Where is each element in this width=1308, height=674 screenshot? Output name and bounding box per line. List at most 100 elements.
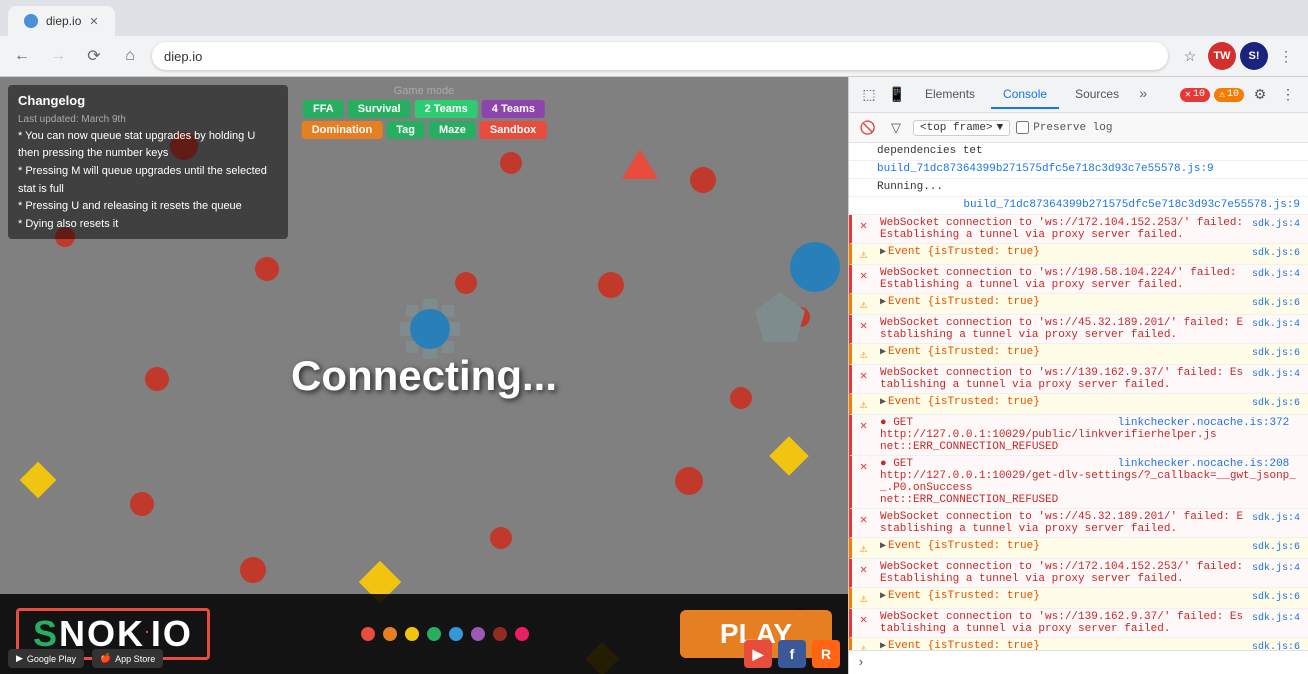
- changelog-item-1: * You can now queue stat upgrades by hol…: [18, 128, 278, 163]
- active-tab[interactable]: diep.io ✕: [8, 6, 115, 36]
- toolbar-icons: ☆ TW S! ⋮: [1176, 42, 1300, 70]
- home-button[interactable]: ⌂: [116, 42, 144, 70]
- console-message: dependencies tet: [849, 143, 1308, 161]
- dot-pink: [515, 627, 529, 641]
- player-spinner: [400, 299, 460, 359]
- mode-maze-button[interactable]: Maze: [429, 121, 476, 139]
- changelog-item-2: * Pressing M will queue upgrades until t…: [18, 163, 278, 198]
- console-messages[interactable]: dependencies tet build_71dc87364399b2715…: [849, 143, 1308, 650]
- mode-survival-button[interactable]: Survival: [348, 100, 411, 118]
- youtube-icon[interactable]: ▶: [744, 640, 772, 668]
- console-message: build_71dc87364399b271575dfc5e718c3d93c7…: [849, 197, 1308, 215]
- tab-sources[interactable]: Sources: [1063, 81, 1131, 109]
- forward-button[interactable]: →: [44, 42, 72, 70]
- warning-count-badge[interactable]: ⚠ 10: [1214, 88, 1244, 102]
- console-message-error: ✕ ● GET linkchecker.nocache.is:208 http:…: [849, 456, 1308, 509]
- bookmark-button[interactable]: ☆: [1176, 42, 1204, 70]
- menu-button[interactable]: ⋮: [1272, 42, 1300, 70]
- mode-tag-button[interactable]: Tag: [386, 121, 425, 139]
- console-message-warning: ⚠ ▶ Event {isTrusted: true} sdk.js:6: [849, 394, 1308, 415]
- devtools-tabs: ⬚ 📱 Elements Console Sources » ✕ 10 ⚠ 10…: [849, 77, 1308, 113]
- game-object: [755, 292, 805, 342]
- game-object: [130, 492, 154, 516]
- error-icon: ✕: [860, 562, 876, 577]
- console-message-error: ✕ WebSocket connection to 'ws://172.104.…: [849, 559, 1308, 588]
- dot-red: [361, 627, 375, 641]
- more-tabs-button[interactable]: »: [1135, 87, 1151, 103]
- social-icons: ▶ f R: [744, 640, 840, 668]
- reddit-icon[interactable]: R: [812, 640, 840, 668]
- game-object: [690, 167, 716, 193]
- console-message: Running...: [849, 179, 1308, 197]
- profile-button-1[interactable]: TW: [1208, 42, 1236, 70]
- console-toolbar: 🚫 ▽ <top frame> ▼ Preserve log: [849, 113, 1308, 143]
- devtools-more-button[interactable]: ⋮: [1276, 83, 1300, 107]
- mode-ffa-button[interactable]: FFA: [303, 100, 344, 118]
- game-object: [675, 467, 703, 495]
- error-icon: ✕: [860, 218, 876, 233]
- dot-purple: [471, 627, 485, 641]
- dot-orange: [383, 627, 397, 641]
- google-play-badge[interactable]: ▶ Google Play: [8, 649, 84, 668]
- error-icon: ✕: [860, 612, 876, 627]
- main-content: Changelog Last updated: March 9th * You …: [0, 77, 1308, 674]
- error-count: 10: [1193, 89, 1205, 100]
- reload-button[interactable]: ⟳: [80, 42, 108, 70]
- error-icon: ✕: [860, 368, 876, 383]
- tab-elements[interactable]: Elements: [913, 81, 987, 109]
- error-icon: ✕: [860, 268, 876, 283]
- frame-selector[interactable]: <top frame> ▼: [913, 120, 1010, 136]
- dot-yellow: [405, 627, 419, 641]
- profile-button-2[interactable]: S!: [1240, 42, 1268, 70]
- clear-console-button[interactable]: 🚫: [857, 117, 879, 139]
- mode-buttons-row-2: Domination Tag Maze Sandbox: [302, 121, 547, 139]
- game-object: [490, 527, 512, 549]
- warning-icon: ⚠: [1219, 89, 1225, 101]
- game-mode-bar: Game mode FFA Survival 2 Teams 4 Teams D…: [302, 85, 547, 139]
- connecting-text: Connecting...: [291, 352, 557, 400]
- game-object: [145, 367, 169, 391]
- console-prompt: ›: [857, 655, 865, 670]
- mode-4teams-button[interactable]: 4 Teams: [482, 100, 545, 118]
- devtools-panel: ⬚ 📱 Elements Console Sources » ✕ 10 ⚠ 10…: [848, 77, 1308, 674]
- tab-title: diep.io: [46, 14, 81, 28]
- mode-sandbox-button[interactable]: Sandbox: [480, 121, 546, 139]
- warning-icon: ⚠: [860, 541, 876, 556]
- mode-2teams-button[interactable]: 2 Teams: [415, 100, 478, 118]
- back-button[interactable]: ←: [8, 42, 36, 70]
- game-area[interactable]: Changelog Last updated: March 9th * You …: [0, 77, 848, 674]
- preserve-log-checkbox[interactable]: [1016, 121, 1029, 134]
- devtools-inspect-button[interactable]: ⬚: [857, 83, 881, 107]
- player-tank: [790, 242, 840, 292]
- console-message-error: ✕ WebSocket connection to 'ws://172.104.…: [849, 215, 1308, 244]
- devtools-device-button[interactable]: 📱: [885, 83, 909, 107]
- facebook-icon[interactable]: f: [778, 640, 806, 668]
- filter-button[interactable]: ▽: [885, 117, 907, 139]
- game-object: [20, 462, 57, 499]
- game-object: [255, 257, 279, 281]
- console-message-error: ✕ ● GET linkchecker.nocache.is:372 http:…: [849, 415, 1308, 456]
- changelog-date: Last updated: March 9th: [18, 112, 278, 128]
- tab-favicon: [24, 14, 38, 28]
- error-count-badge[interactable]: ✕ 10: [1180, 88, 1210, 102]
- warning-icon: ⚠: [860, 297, 876, 312]
- tab-console[interactable]: Console: [991, 81, 1059, 109]
- mode-domination-button[interactable]: Domination: [302, 121, 383, 139]
- warning-icon: ⚠: [860, 591, 876, 606]
- devtools-settings-button[interactable]: ⚙: [1248, 83, 1272, 107]
- console-message-warning: ⚠ ▶ Event {isTrusted: true} sdk.js:6: [849, 344, 1308, 365]
- tab-close-button[interactable]: ✕: [89, 15, 98, 28]
- console-message-warning: ⚠ ▶ Event {isTrusted: true} sdk.js:6: [849, 294, 1308, 315]
- preserve-log-label[interactable]: Preserve log: [1016, 121, 1112, 134]
- console-input[interactable]: [871, 656, 1300, 669]
- console-message-warning: ⚠ ▶ Event {isTrusted: true} sdk.js:6: [849, 588, 1308, 609]
- address-input[interactable]: [152, 42, 1168, 70]
- browser-chrome: diep.io ✕ ← → ⟳ ⌂ ☆ TW S! ⋮: [0, 0, 1308, 77]
- console-message: build_71dc87364399b271575dfc5e718c3d93c7…: [849, 161, 1308, 179]
- changelog-item-4: * Dying also resets it: [18, 216, 278, 234]
- changelog-item-3: * Pressing U and releasing it resets the…: [18, 198, 278, 216]
- app-store-badge[interactable]: 🍎 App Store: [92, 649, 163, 668]
- game-object: [730, 387, 752, 409]
- frame-dropdown-icon: ▼: [997, 122, 1004, 134]
- bottom-banner: SNOK.IO PLAY ▶ Google Play: [0, 594, 848, 674]
